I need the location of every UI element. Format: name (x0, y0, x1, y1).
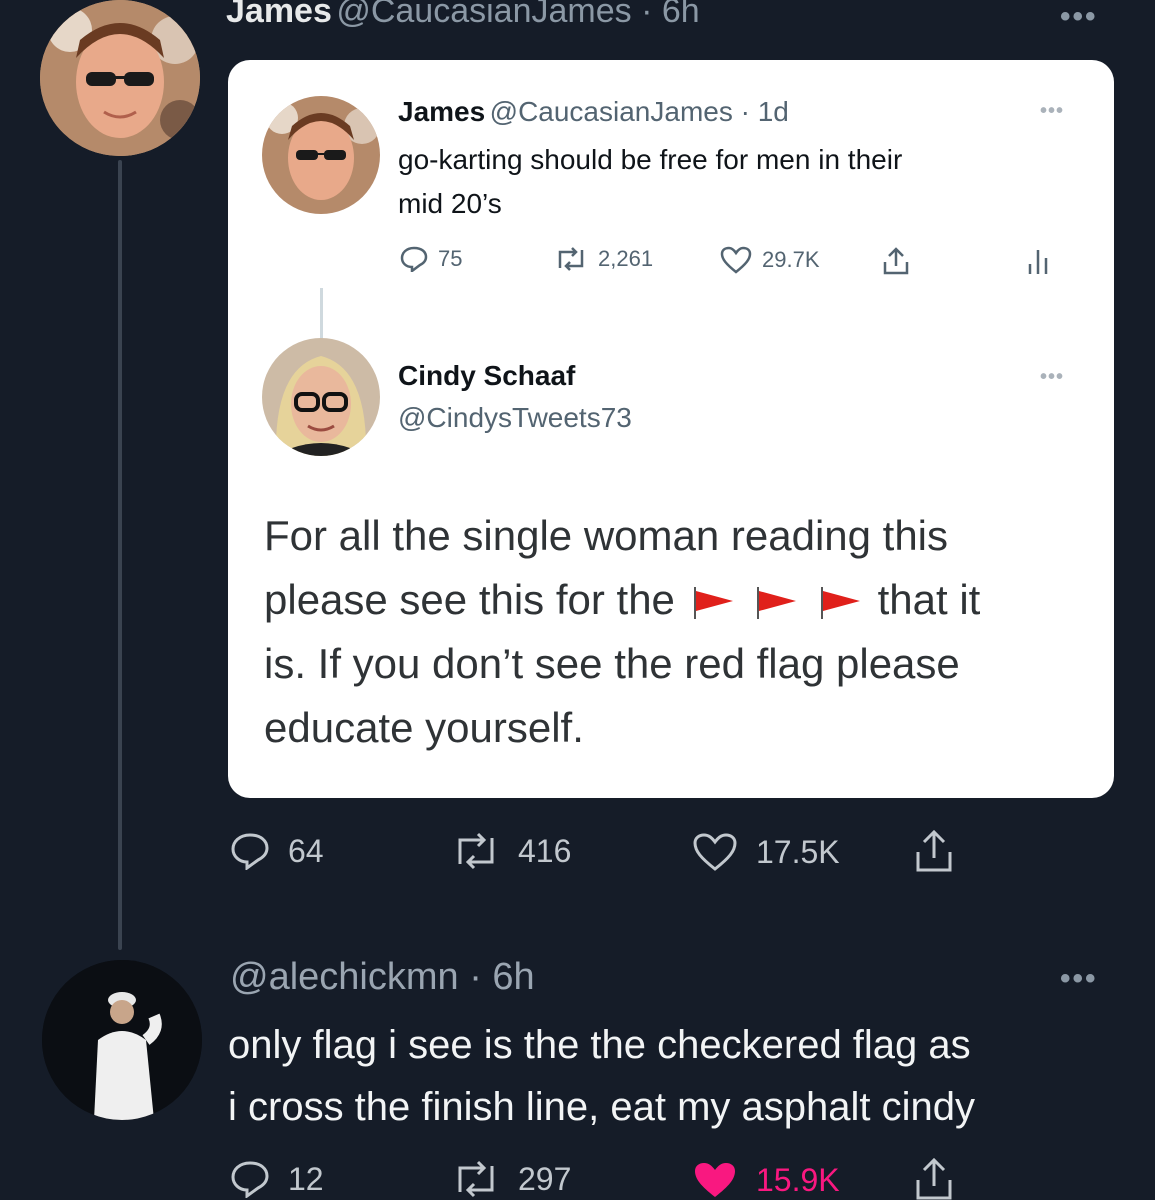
analytics-icon (1028, 250, 1048, 274)
more-options-button[interactable]: ••• (1060, 0, 1098, 34)
avatar[interactable] (42, 960, 202, 1120)
red-flag-icon (757, 586, 797, 619)
reply-count: 12 (288, 1160, 324, 1197)
retweet-icon (458, 1160, 494, 1198)
tweet-text: only flag i see is the the checkered fla… (228, 1014, 975, 1138)
like-count: 17.5K (756, 833, 840, 870)
more-options-button[interactable]: ••• (1040, 366, 1064, 389)
retweet-count: 297 (518, 1160, 572, 1197)
retweet-button[interactable]: 297 (452, 1160, 571, 1198)
tweet-text: go-karting should be free for men in the… (398, 138, 902, 226)
tweet-text-line: please see this for the that it (264, 568, 980, 632)
red-flag-icon (820, 586, 860, 619)
tweet-text-line: is. If you don’t see the red flag please (264, 640, 960, 687)
heart-icon (693, 833, 737, 871)
like-button[interactable]: 17.5K (692, 832, 840, 872)
retweet-button[interactable]: 416 (452, 832, 571, 870)
author-handle-time[interactable]: @CaucasianJames · 1d (490, 96, 789, 127)
like-button[interactable]: 29.7K (720, 246, 820, 274)
author-handle[interactable]: @CindysTweets73 (398, 402, 632, 434)
tweet-header: James @CaucasianJames · 6h (226, 0, 700, 31)
analytics-button[interactable] (1026, 246, 1052, 276)
tweet-text-line: For all the single woman reading this (264, 512, 949, 559)
tweet-text-line: go-karting should be free for men in the… (398, 144, 903, 175)
red-flag-icon (693, 586, 733, 619)
retweet-count: 416 (518, 832, 572, 869)
author-handle-time[interactable]: @CaucasianJames · 6h (336, 0, 699, 30)
more-options-button[interactable]: ••• (1040, 100, 1064, 123)
author-handle-time[interactable]: @alechickmn · 6h (230, 956, 535, 999)
retweet-icon (558, 247, 584, 271)
avatar[interactable] (40, 0, 200, 156)
retweet-button[interactable]: 2,261 (554, 246, 653, 272)
tweet-text-line: educate yourself. (264, 704, 584, 751)
reply-icon (400, 246, 428, 272)
tweet-text-line: i cross the finish line, eat my asphalt … (228, 1085, 976, 1129)
tweet-text-fragment: please see this for the (264, 576, 675, 623)
reply-button[interactable]: 12 (230, 1160, 324, 1198)
thread-connector-line (118, 160, 122, 950)
author-name[interactable]: Cindy Schaaf (398, 360, 575, 392)
share-button[interactable] (914, 1156, 954, 1200)
tweet-header: James @CaucasianJames · 1d (398, 96, 789, 128)
share-button[interactable] (914, 828, 954, 874)
quoted-tweet-card[interactable]: James @CaucasianJames · 1d ••• go-kartin… (228, 60, 1114, 798)
reply-button[interactable]: 75 (400, 246, 462, 272)
tweet-text-line: only flag i see is the the checkered fla… (228, 1023, 971, 1067)
share-button[interactable] (882, 246, 910, 276)
like-count: 15.9K (756, 1161, 840, 1198)
reply-icon (231, 833, 269, 870)
avatar[interactable] (262, 96, 380, 214)
retweet-count: 2,261 (598, 246, 654, 271)
reply-count: 75 (438, 246, 463, 271)
reply-count: 64 (288, 832, 324, 869)
reply-icon (231, 1161, 269, 1198)
author-name[interactable]: James (226, 0, 332, 30)
share-icon (883, 247, 909, 275)
reply-button[interactable]: 64 (230, 832, 324, 870)
tweet-text-line: mid 20’s (398, 188, 502, 219)
tweet-text: For all the single woman reading this pl… (264, 504, 980, 760)
like-count: 29.7K (762, 247, 820, 272)
tweet-text-fragment: that it (877, 576, 981, 623)
heart-filled-icon (695, 1163, 735, 1197)
avatar[interactable] (262, 338, 380, 456)
more-options-button[interactable]: ••• (1060, 962, 1098, 996)
author-name[interactable]: James (398, 96, 485, 127)
like-button[interactable]: 15.9K (692, 1160, 840, 1200)
share-icon (916, 1157, 952, 1200)
retweet-icon (458, 832, 494, 870)
heart-icon (720, 246, 752, 274)
share-icon (916, 829, 952, 872)
